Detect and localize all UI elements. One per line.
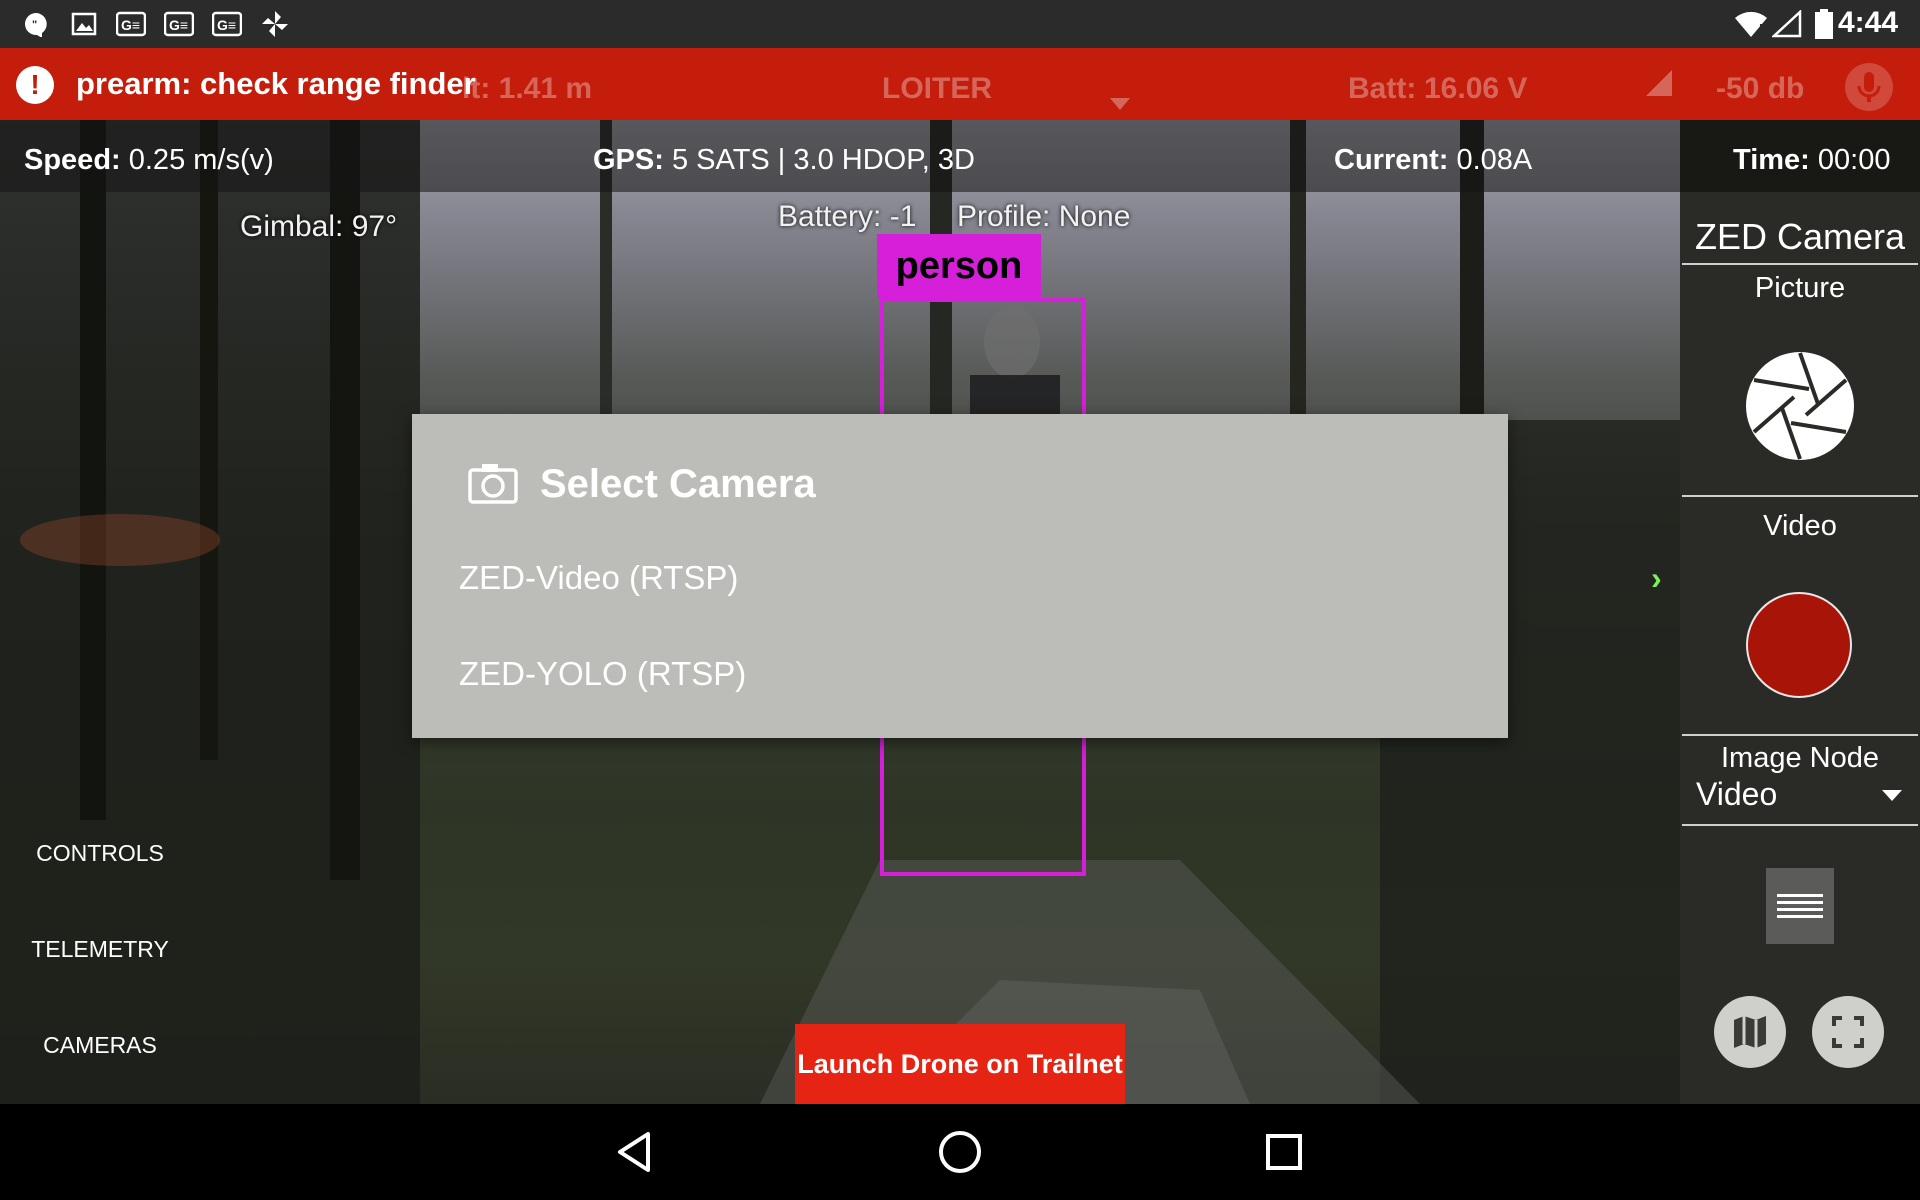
- time-label: Time:: [1733, 144, 1810, 176]
- image-icon: [70, 10, 98, 38]
- flight-mode-selector[interactable]: LOITER: [882, 72, 992, 106]
- gimbal-readout: Gimbal: 97°: [240, 210, 398, 243]
- chevron-down-icon: [1882, 790, 1902, 801]
- gps-value: 5 SATS | 3.0 HDOP, 3D: [671, 144, 975, 176]
- launch-drone-button[interactable]: Launch Drone on Trailnet: [795, 1024, 1125, 1104]
- signal-readout: -50 db: [1716, 72, 1805, 105]
- divider: [1682, 495, 1918, 497]
- camera-panel-title: ZED Camera: [1694, 216, 1906, 257]
- battery-readout: Battery: -1: [778, 200, 917, 233]
- microphone-icon[interactable]: [1844, 62, 1894, 120]
- camera-option-zed-yolo[interactable]: ZED-YOLO (RTSP): [459, 644, 1459, 704]
- shutter-icon[interactable]: [1744, 350, 1856, 462]
- alert-message: prearm: check range finder: [76, 66, 476, 101]
- speed-readout: Speed: 0.25 m/s(v): [24, 144, 274, 177]
- divider: [1682, 734, 1918, 736]
- nav-telemetry[interactable]: TELEMETRY: [0, 936, 200, 963]
- svg-text:G≡: G≡: [169, 17, 188, 33]
- chat-bubble-icon: ": [22, 10, 50, 38]
- divider: [1682, 824, 1918, 826]
- svg-text:G≡: G≡: [217, 17, 236, 33]
- google-translate-icon: G≡: [212, 10, 242, 38]
- status-bar: " G≡ G≡ G≡ 4:44: [0, 0, 1920, 48]
- svg-text:": ": [32, 19, 37, 31]
- video-label: Video: [1763, 510, 1837, 542]
- altitude-readout: lt: 1.41 m: [462, 72, 593, 105]
- pinwheel-icon: [260, 10, 290, 38]
- image-node-value: Video: [1696, 776, 1778, 812]
- battery-voltage: 16.06 V: [1424, 72, 1528, 105]
- navigation-bar: [0, 1104, 1920, 1200]
- signal-icon: [1646, 70, 1672, 104]
- nav-cameras[interactable]: CAMERAS: [0, 1032, 200, 1059]
- speed-value: 0.25 m/s(v): [128, 144, 274, 176]
- wifi-icon: [1734, 10, 1768, 38]
- record-button[interactable]: [1746, 592, 1852, 698]
- svg-text:G≡: G≡: [121, 17, 140, 33]
- google-translate-icon: G≡: [164, 10, 194, 38]
- image-node-label: Image Node: [1721, 742, 1879, 774]
- select-camera-dialog: Select Camera ZED-Video (RTSP) ZED-YOLO …: [412, 414, 1508, 738]
- current-value: 0.08A: [1456, 144, 1533, 176]
- profile-readout: Profile: None: [957, 200, 1131, 233]
- time-value: 00:00: [1817, 144, 1891, 176]
- recents-icon[interactable]: [1260, 1128, 1308, 1176]
- mode-dropdown-icon: [1110, 84, 1130, 118]
- camera-icon: [468, 462, 518, 509]
- battery-icon: [1814, 9, 1834, 39]
- current-label: Current:: [1334, 144, 1449, 176]
- speed-label: Speed:: [24, 144, 121, 176]
- gps-readout: GPS: 5 SATS | 3.0 HDOP, 3D: [593, 144, 975, 177]
- home-icon[interactable]: [936, 1128, 984, 1176]
- time-readout: Time: 00:00: [1733, 144, 1890, 177]
- camera-panel: ZED Camera Picture Video Image Node Vide…: [1680, 192, 1920, 1104]
- google-translate-icon: G≡: [116, 10, 146, 38]
- clock: 4:44: [1837, 6, 1898, 39]
- back-icon[interactable]: [612, 1128, 660, 1176]
- menu-icon[interactable]: [1766, 868, 1834, 944]
- alert-bar: lt: 1.41 m LOITER Batt: 16.06 V -50 db !…: [0, 48, 1920, 120]
- cell-signal-icon: [1772, 10, 1802, 38]
- picture-label: Picture: [1754, 272, 1846, 304]
- panel-collapse-arrow[interactable]: ›: [1651, 560, 1662, 597]
- image-node-dropdown[interactable]: Video: [1692, 776, 1908, 816]
- nav-controls[interactable]: CONTROLS: [0, 840, 200, 867]
- fullscreen-icon[interactable]: [1812, 996, 1884, 1068]
- dialog-title: Select Camera: [540, 462, 816, 506]
- battery-label: Batt:: [1348, 72, 1417, 105]
- map-icon[interactable]: [1714, 996, 1786, 1068]
- detection-label: person: [877, 234, 1041, 298]
- gps-label: GPS:: [593, 144, 664, 176]
- current-readout: Current: 0.08A: [1334, 144, 1532, 177]
- alert-circle-icon: !: [16, 66, 54, 104]
- telemetry-bar: Speed: 0.25 m/s(v) GPS: 5 SATS | 3.0 HDO…: [0, 120, 1920, 192]
- camera-option-zed-video[interactable]: ZED-Video (RTSP): [459, 548, 1459, 608]
- divider: [1682, 263, 1918, 265]
